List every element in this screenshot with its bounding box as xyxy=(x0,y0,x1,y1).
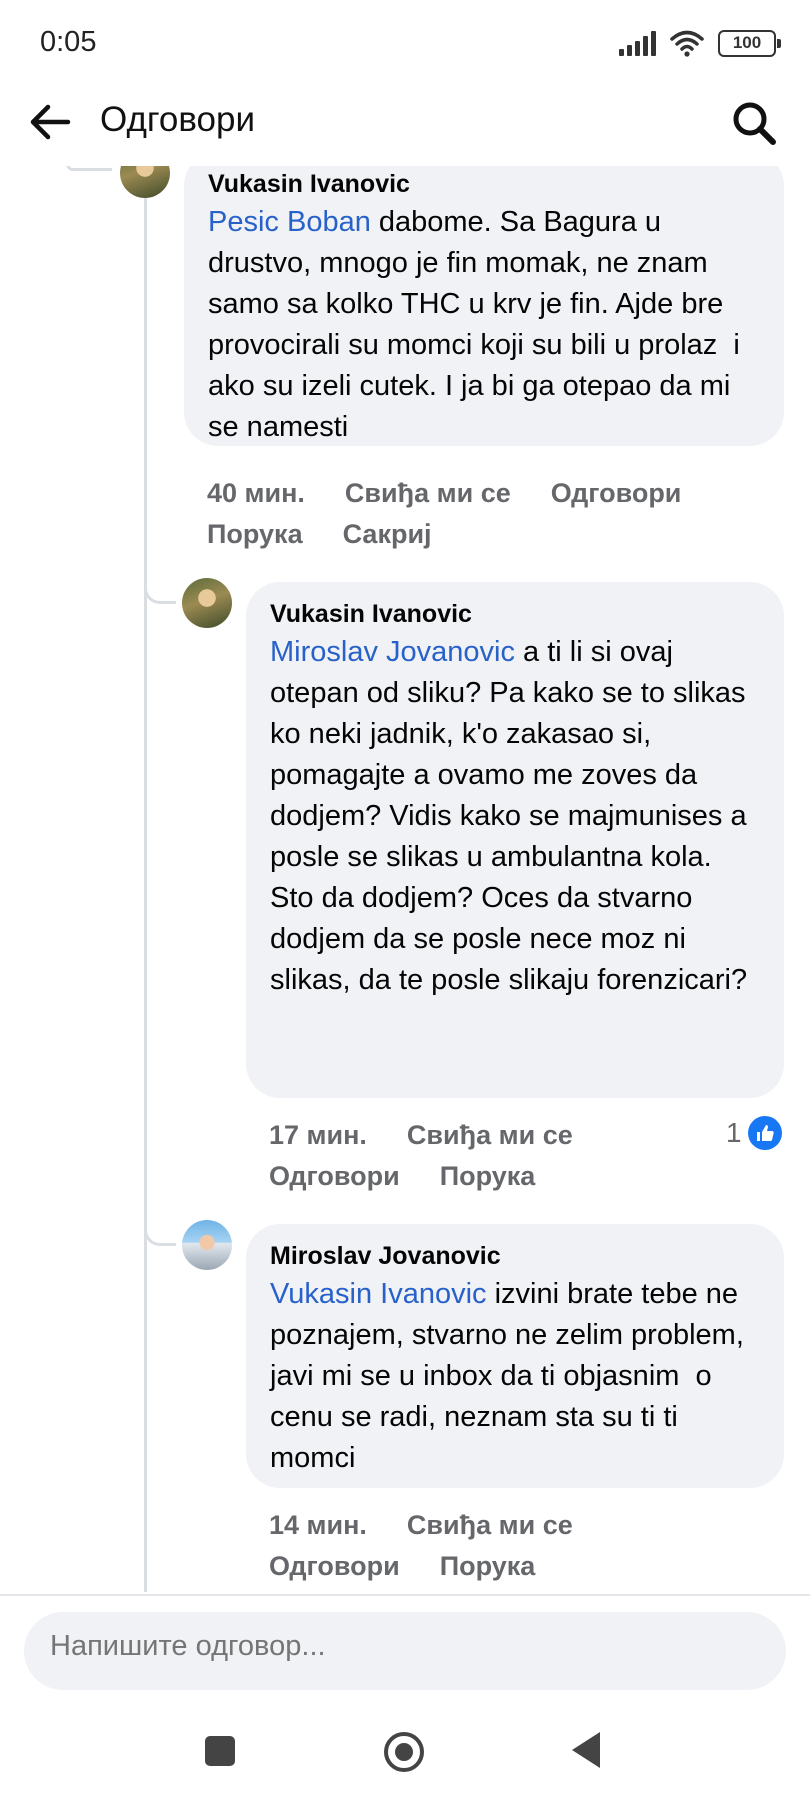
composer-divider xyxy=(0,1594,810,1596)
avatar[interactable] xyxy=(182,578,232,628)
recents-icon[interactable] xyxy=(205,1736,235,1766)
system-nav-bar xyxy=(0,1700,810,1800)
comment-body: a ti li si ovaj otepan od sliku? Pa kako… xyxy=(270,636,748,996)
comment-actions-2: Одговори Порука xyxy=(269,1161,535,1192)
comment-author[interactable]: Vukasin Ivanovic xyxy=(270,596,760,632)
comment-actions-2: Одговори Порука xyxy=(269,1551,535,1582)
hide-button[interactable]: Сакриј xyxy=(343,519,432,550)
reply-thread[interactable]: Vukasin Ivanovic Pesic Boban dabome. Sa … xyxy=(0,166,810,1592)
avatar[interactable] xyxy=(120,166,170,198)
reply-button[interactable]: Одговори xyxy=(551,478,682,509)
mention-link[interactable]: Miroslav Jovanovic xyxy=(270,636,515,668)
back-arrow-icon[interactable] xyxy=(24,96,76,148)
comment-text: Pesic Boban dabome. Sa Bagura u drustvo,… xyxy=(208,202,760,448)
comment-author[interactable]: Miroslav Jovanovic xyxy=(270,1238,760,1274)
status-bar: 0:05 100 xyxy=(0,0,810,84)
comment-bubble[interactable]: Vukasin Ivanovic Miroslav Jovanovic a ti… xyxy=(246,582,784,1098)
search-icon[interactable] xyxy=(728,97,780,149)
reaction-summary[interactable]: 1 xyxy=(726,1116,782,1150)
comment-bubble[interactable]: Miroslav Jovanovic Vukasin Ivanovic izvi… xyxy=(246,1224,784,1488)
reply-button[interactable]: Одговори xyxy=(269,1551,400,1582)
thread-line xyxy=(144,166,147,1592)
reply-input[interactable] xyxy=(50,1630,750,1663)
thread-connector xyxy=(144,574,176,604)
home-icon[interactable] xyxy=(384,1732,424,1772)
like-button[interactable]: Свиђа ми се xyxy=(345,478,511,509)
avatar[interactable] xyxy=(182,1220,232,1270)
page-title: Одговори xyxy=(100,100,256,139)
comment-body: dabome. Sa Bagura u drustvo, mnogo je fi… xyxy=(208,206,748,443)
reaction-count: 1 xyxy=(726,1117,742,1148)
comment-time: 40 мин. xyxy=(207,478,305,508)
status-time: 0:05 xyxy=(40,26,97,58)
comment-actions-2: Порука Сакриј xyxy=(207,519,432,550)
thread-connector xyxy=(66,166,112,171)
nav-back-icon[interactable] xyxy=(572,1732,600,1768)
thread-connector xyxy=(144,1216,176,1246)
comment-author[interactable]: Vukasin Ivanovic xyxy=(208,166,760,202)
message-button[interactable]: Порука xyxy=(207,519,303,550)
comment-text: Miroslav Jovanovic a ti li si ovaj otepa… xyxy=(270,632,760,1001)
mention-link[interactable]: Vukasin Ivanovic xyxy=(270,1278,487,1310)
mention-link[interactable]: Pesic Boban xyxy=(208,206,371,238)
wifi-icon xyxy=(670,30,704,57)
reply-composer[interactable] xyxy=(24,1612,786,1690)
comment-actions: 40 мин. Свиђа ми се Одговори xyxy=(207,478,681,509)
app-header: Одговори xyxy=(0,84,810,166)
like-icon xyxy=(747,1116,782,1150)
comment-time: 14 мин. xyxy=(269,1510,367,1540)
status-icons: 100 xyxy=(619,26,781,60)
battery-icon: 100 xyxy=(718,29,781,57)
message-button[interactable]: Порука xyxy=(440,1161,536,1192)
comment-actions: 17 мин. Свиђа ми се xyxy=(269,1120,573,1151)
comment-text: Vukasin Ivanovic izvini brate tebe ne po… xyxy=(270,1274,760,1479)
reply-button[interactable]: Одговори xyxy=(269,1161,400,1192)
comment-actions: 14 мин. Свиђа ми се xyxy=(269,1510,573,1541)
like-button[interactable]: Свиђа ми се xyxy=(407,1120,573,1151)
message-button[interactable]: Порука xyxy=(440,1551,536,1582)
comment-bubble[interactable]: Vukasin Ivanovic Pesic Boban dabome. Sa … xyxy=(184,166,784,446)
like-button[interactable]: Свиђа ми се xyxy=(407,1510,573,1541)
comment-time: 17 мин. xyxy=(269,1120,367,1150)
signal-icon xyxy=(619,30,656,56)
